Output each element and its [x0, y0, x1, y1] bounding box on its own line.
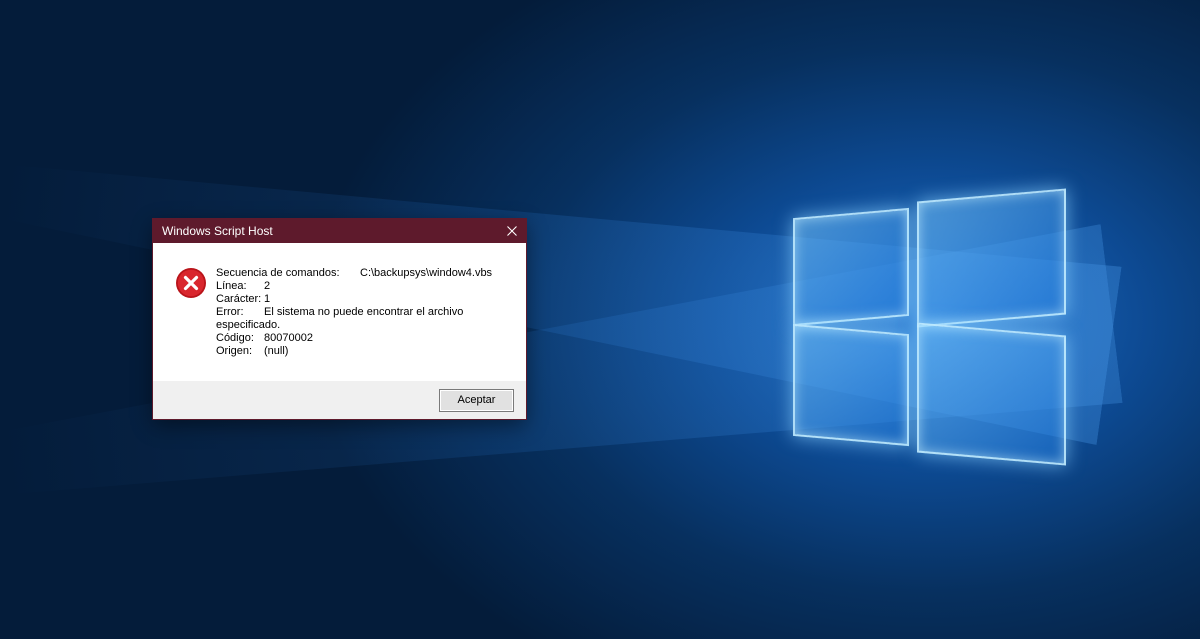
error-value: El sistema no puede encontrar el archivo — [264, 306, 464, 318]
error-message: Secuencia de comandos: C:\backupsys\wind… — [216, 267, 518, 381]
dialog-titlebar[interactable]: Windows Script Host — [153, 219, 526, 243]
line-value: 2 — [264, 280, 271, 292]
logo-pane-bottom-right — [917, 322, 1066, 466]
char-value: 1 — [264, 293, 271, 305]
accept-button[interactable]: Aceptar — [439, 388, 514, 412]
error-label: Error: — [216, 306, 244, 318]
script-label: Secuencia de comandos: — [216, 267, 340, 279]
error-icon — [176, 268, 206, 298]
line-row: Línea: 2 — [216, 280, 518, 293]
error-row: Error: El sistema no puede encontrar el … — [216, 306, 518, 319]
code-value: 80070002 — [264, 332, 313, 344]
logo-pane-top-right — [917, 188, 1066, 328]
origin-label: Origen: — [216, 345, 253, 357]
script-host-dialog: Windows Script Host Secuencia de comando… — [153, 219, 526, 419]
char-row: Carácter: 1 — [216, 293, 518, 306]
windows-logo — [785, 185, 1070, 466]
logo-pane-bottom-left — [793, 323, 909, 447]
code-row: Código: 80070002 — [216, 332, 518, 345]
error-value-continued: especificado. — [216, 319, 281, 331]
origin-row: Origen: (null) — [216, 345, 518, 358]
logo-pane-top-left — [793, 207, 909, 327]
dialog-footer: Aceptar — [153, 381, 526, 419]
code-label: Código: — [216, 332, 254, 344]
script-value: C:\backupsys\window4.vbs — [360, 267, 493, 279]
close-icon — [507, 226, 517, 236]
error-row-continued: especificado. — [216, 319, 518, 332]
line-label: Línea: — [216, 280, 247, 292]
desktop-wallpaper: Windows Script Host Secuencia de comando… — [0, 0, 1200, 639]
script-row: Secuencia de comandos: C:\backupsys\wind… — [216, 267, 518, 280]
char-label: Carácter: — [216, 293, 262, 305]
origin-value: (null) — [264, 345, 289, 357]
close-button[interactable] — [498, 219, 526, 243]
dialog-content: Secuencia de comandos: C:\backupsys\wind… — [153, 243, 526, 381]
dialog-title: Windows Script Host — [162, 224, 273, 238]
